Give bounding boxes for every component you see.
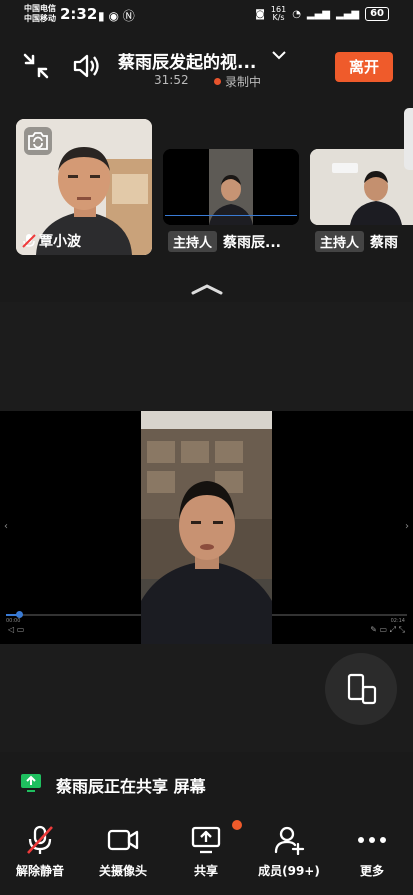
- recording-label: 录制中: [225, 75, 262, 89]
- status-icons-right: ◙ 161 K/s ◔ ▂▄▆ ▂▄▆ 60: [255, 6, 389, 22]
- members-label: 成员(99+): [258, 864, 320, 878]
- participant-name-1: 覃小波: [39, 234, 81, 250]
- members-icon: [249, 822, 329, 858]
- participant-name-row-2: 主持人 蔡雨辰...: [168, 231, 281, 252]
- net-speed-unit: K/s: [272, 13, 285, 22]
- minimize-icon[interactable]: [22, 52, 50, 84]
- status-time: 2:32: [60, 5, 98, 23]
- camera-off-label: 关摄像头: [98, 864, 147, 878]
- meeting-title[interactable]: 蔡雨辰发起的视...: [118, 48, 256, 73]
- members-button[interactable]: 成员(99+): [249, 822, 329, 879]
- more-dots-icon: [332, 822, 412, 858]
- share-notification-dot: [232, 820, 242, 830]
- host-badge-2: 主持人: [168, 231, 218, 252]
- share-screen-icon: [20, 773, 42, 797]
- collapse-handle-icon[interactable]: [191, 280, 223, 295]
- player-time-end: 02:14: [390, 618, 405, 624]
- player-fullscreen-icon[interactable]: ✎ ▭ ⤢ ⤡: [370, 625, 405, 635]
- participant-video-2: [163, 149, 299, 225]
- carrier-2: 中国移动: [24, 14, 56, 23]
- participant-tile-1[interactable]: 覃小波: [16, 119, 152, 255]
- battery-saver-icon: ▮: [98, 9, 105, 23]
- eye-icon: ◉: [108, 9, 119, 23]
- camera-off-button[interactable]: 关摄像头: [83, 822, 163, 879]
- participant-name-row-3: 主持人 蔡雨: [315, 231, 398, 252]
- player-prev-icon[interactable]: ‹: [4, 521, 8, 532]
- host-badge-3: 主持人: [315, 231, 365, 252]
- phone-rotate-icon: [347, 673, 377, 705]
- leave-button[interactable]: 离开: [335, 52, 393, 82]
- more-label: 更多: [359, 864, 384, 878]
- participant-tile-2[interactable]: [163, 149, 299, 225]
- participant-tile-3[interactable]: [310, 149, 413, 225]
- net-speed: 161 K/s: [271, 6, 286, 22]
- share-label: 共享: [193, 864, 218, 878]
- meeting-timer: 31:52: [154, 73, 189, 87]
- player-next-icon[interactable]: ›: [405, 521, 409, 532]
- recording-indicator: 录制中: [214, 73, 261, 90]
- record-dot-icon: [214, 78, 221, 85]
- carrier-info: 中国电信 中国移动: [24, 4, 56, 24]
- participant-name-2: 蔡雨辰...: [223, 234, 281, 251]
- shared-video-frame: [141, 411, 272, 644]
- signal-icon-2: ▂▄▆: [336, 8, 360, 20]
- participant-video-3: [310, 149, 413, 225]
- status-icons-left: ▮ ◉ Ⓝ: [98, 7, 135, 24]
- unmute-button[interactable]: 解除静音: [0, 822, 80, 879]
- mic-muted-icon: [22, 234, 36, 248]
- more-button[interactable]: 更多: [332, 822, 412, 879]
- chevron-down-icon[interactable]: [272, 48, 286, 64]
- camera-indicator-icon: ◙: [255, 8, 265, 20]
- battery-level: 60: [365, 7, 389, 21]
- carrier-1: 中国电信: [24, 4, 56, 13]
- switch-view-button[interactable]: [325, 653, 397, 725]
- switch-camera-icon[interactable]: [24, 127, 52, 155]
- speaker-icon[interactable]: [72, 52, 102, 84]
- participant-name-3: 蔡雨: [370, 234, 399, 251]
- unmute-label: 解除静音: [15, 864, 64, 878]
- video-camera-icon: [83, 822, 163, 858]
- floating-edge-handle[interactable]: [404, 108, 413, 170]
- player-time-start: 00:00: [6, 618, 21, 624]
- signal-icon: ▂▄▆: [306, 8, 330, 20]
- wifi-icon: ◔: [292, 8, 301, 20]
- share-notice-text: 蔡雨辰正在共享 屏幕: [56, 777, 206, 796]
- player-progress-thumb[interactable]: [16, 611, 23, 618]
- participant-name-row-1: 覃小波: [22, 231, 81, 251]
- mic-off-icon: [0, 822, 80, 858]
- player-volume-icon[interactable]: ◁ ▭: [8, 625, 24, 634]
- share-button[interactable]: 共享: [166, 822, 246, 879]
- nfc-icon: Ⓝ: [122, 9, 135, 23]
